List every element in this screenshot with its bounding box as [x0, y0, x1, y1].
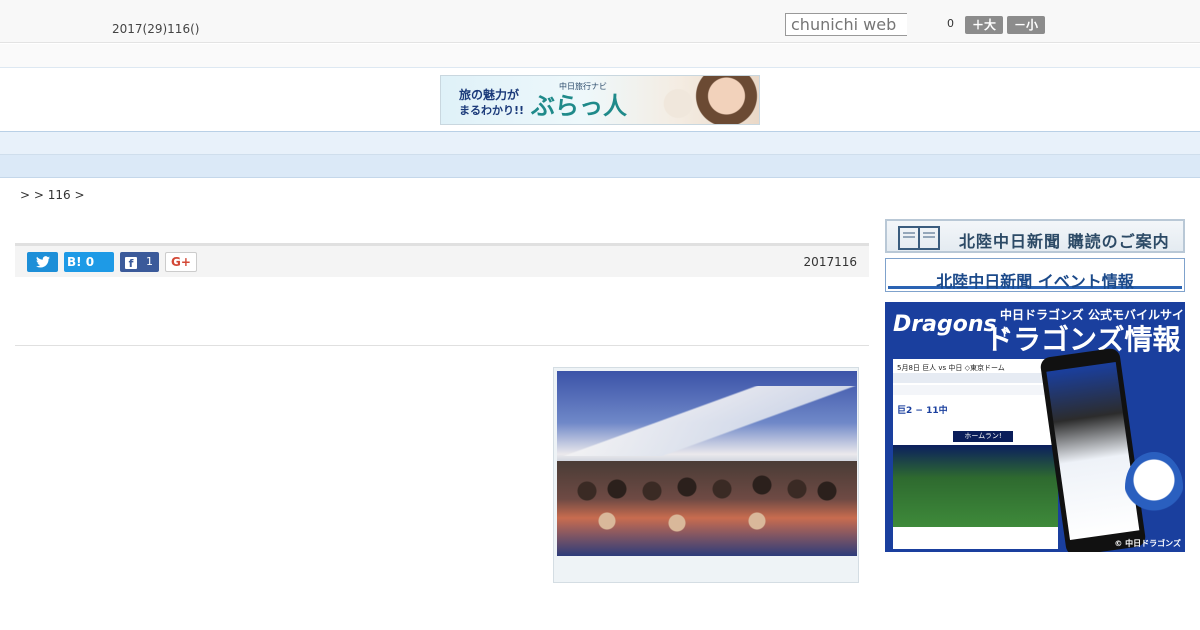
- facebook-share-button[interactable]: f 1: [120, 252, 159, 272]
- sub-header-bar: [0, 44, 1200, 68]
- dragons-copyright: © 中日ドラゴンズ: [1114, 539, 1181, 548]
- photo-group: [557, 461, 857, 556]
- facebook-count: 1: [146, 255, 153, 268]
- top-bar: 2017(29)116() 0 ＋大 －小: [0, 0, 1200, 43]
- banner-logo: ぶらっ人: [531, 92, 627, 120]
- event-ad-inner: 北陸中日新聞 イベント情報: [888, 261, 1182, 291]
- divider: [15, 345, 869, 346]
- twitter-share-button[interactable]: [27, 252, 58, 272]
- score-row: [893, 373, 1058, 383]
- smartphone-screen: [1046, 361, 1140, 541]
- mascot-graphic: [1125, 452, 1183, 522]
- banner-line2: まるわかり!!: [459, 104, 525, 117]
- score-row: [893, 385, 1058, 395]
- font-enlarge-button[interactable]: ＋大: [965, 16, 1003, 34]
- dragons-mobile-ad[interactable]: Dragons 中日ドラゴンズ 公式モバイルサイト ドラゴンズ情報 5月8日 巨…: [885, 302, 1185, 552]
- dragons-home-run-label: ホームラン!: [953, 431, 1013, 442]
- article-date: 2017116: [803, 255, 857, 269]
- subscribe-ad-label: 北陸中日新聞 購読のご案内: [959, 232, 1170, 251]
- article-photo[interactable]: [557, 371, 857, 556]
- dragons-field-graphic: [893, 445, 1058, 527]
- current-date: 2017(29)116(): [112, 22, 200, 36]
- dragons-scoreboard-screen: 5月8日 巨人 vs 中日 ◇東京ドーム 巨2 − 11中 ホームラン!: [893, 359, 1058, 549]
- event-info-ad[interactable]: 北陸中日新聞 イベント情報: [885, 258, 1185, 292]
- dragons-logo: Dragons: [893, 312, 997, 337]
- google-plus-button[interactable]: G+: [165, 252, 197, 272]
- hatena-bookmark-button[interactable]: B! 0: [64, 252, 114, 272]
- photo-mountain-artwork: [557, 386, 857, 456]
- breadcrumb[interactable]: > > 116 >: [20, 188, 85, 202]
- twitter-icon: [35, 256, 50, 268]
- font-size-value: 0: [947, 17, 954, 30]
- sub-nav: [0, 155, 1200, 178]
- banner-photo: [646, 76, 759, 124]
- dragons-score: 巨2 − 11中: [897, 406, 948, 416]
- dragons-game-caption: 5月8日 巨人 vs 中日 ◇東京ドーム: [897, 364, 1005, 372]
- article-photo-frame: [553, 367, 859, 583]
- subscribe-ad[interactable]: 北陸中日新聞 購読のご案内: [885, 219, 1185, 253]
- banner-line1: 旅の魅力が: [459, 88, 520, 102]
- main-nav: [0, 131, 1200, 155]
- event-ad-label: 北陸中日新聞 イベント情報: [936, 272, 1134, 291]
- font-shrink-button[interactable]: －小: [1007, 16, 1045, 34]
- search-input[interactable]: [785, 13, 907, 36]
- newspaper-icon: [898, 226, 940, 250]
- share-bar: B! 0 f 1 G+ 2017116: [15, 243, 869, 277]
- facebook-icon: f: [125, 256, 137, 270]
- travel-banner-ad[interactable]: 旅の魅力が まるわかり!! 中日旅行ナビ ぶらっ人: [440, 75, 760, 125]
